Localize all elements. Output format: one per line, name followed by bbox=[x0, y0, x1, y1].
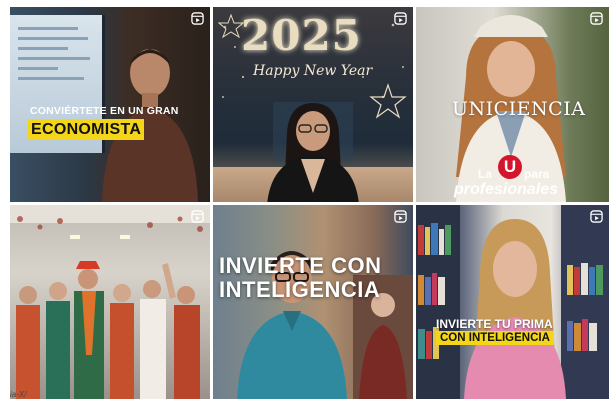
greeting-text: Happy New Year bbox=[253, 63, 373, 79]
reels-icon bbox=[590, 210, 603, 223]
watermark-text: ia-X/ bbox=[10, 390, 27, 399]
reels-grid: CONVIÉRTETE EN UN GRAN ECONOMISTA 2025 H… bbox=[0, 0, 609, 401]
reel-tile-economista[interactable]: CONVIÉRTETE EN UN GRAN ECONOMISTA bbox=[10, 7, 210, 202]
reel-tile-invierte-tu-prima[interactable]: INVIERTE TU PRIMA CON INTELIGENCIA bbox=[416, 205, 609, 399]
reels-icon bbox=[191, 210, 204, 223]
people-group bbox=[16, 261, 200, 399]
slogan-profesionales: profesionales bbox=[454, 181, 559, 198]
caption-highlight: CON INTELIGENCIA bbox=[436, 331, 554, 345]
u-logo-icon: U bbox=[498, 155, 522, 179]
reel-tile-uniciencia[interactable]: UNICIENCIA La U para profesionales bbox=[416, 7, 609, 202]
presenter-woman-blonde bbox=[464, 219, 566, 399]
reels-icon bbox=[191, 12, 204, 25]
caption-line-2: INTELIGENCIA bbox=[219, 277, 381, 302]
presenter-woman bbox=[267, 103, 359, 202]
reel-tile-team-celebration[interactable]: ia-X/ bbox=[10, 205, 210, 399]
reels-icon bbox=[394, 12, 407, 25]
slogan-la: La bbox=[478, 167, 493, 181]
caption-line-1: CONVIÉRTETE EN UN GRAN bbox=[30, 105, 179, 117]
bookshelf-left bbox=[416, 205, 460, 399]
brand-wordmark: UNICIENCIA bbox=[452, 98, 586, 120]
caption-line-1: INVIERTE CON bbox=[219, 253, 382, 278]
reels-icon bbox=[590, 12, 603, 25]
reel-tile-new-year[interactable]: 2025 Happy New Year bbox=[213, 7, 413, 202]
caption-line-1: INVIERTE TU PRIMA bbox=[436, 317, 553, 331]
slogan-para: para bbox=[524, 167, 550, 181]
year-title: 2025 bbox=[241, 11, 362, 60]
reels-icon bbox=[394, 210, 407, 223]
caption-highlight: ECONOMISTA bbox=[28, 119, 145, 140]
reel-tile-invierte-con-inteligencia[interactable]: INVIERTE CON INTELIGENCIA bbox=[213, 205, 413, 399]
